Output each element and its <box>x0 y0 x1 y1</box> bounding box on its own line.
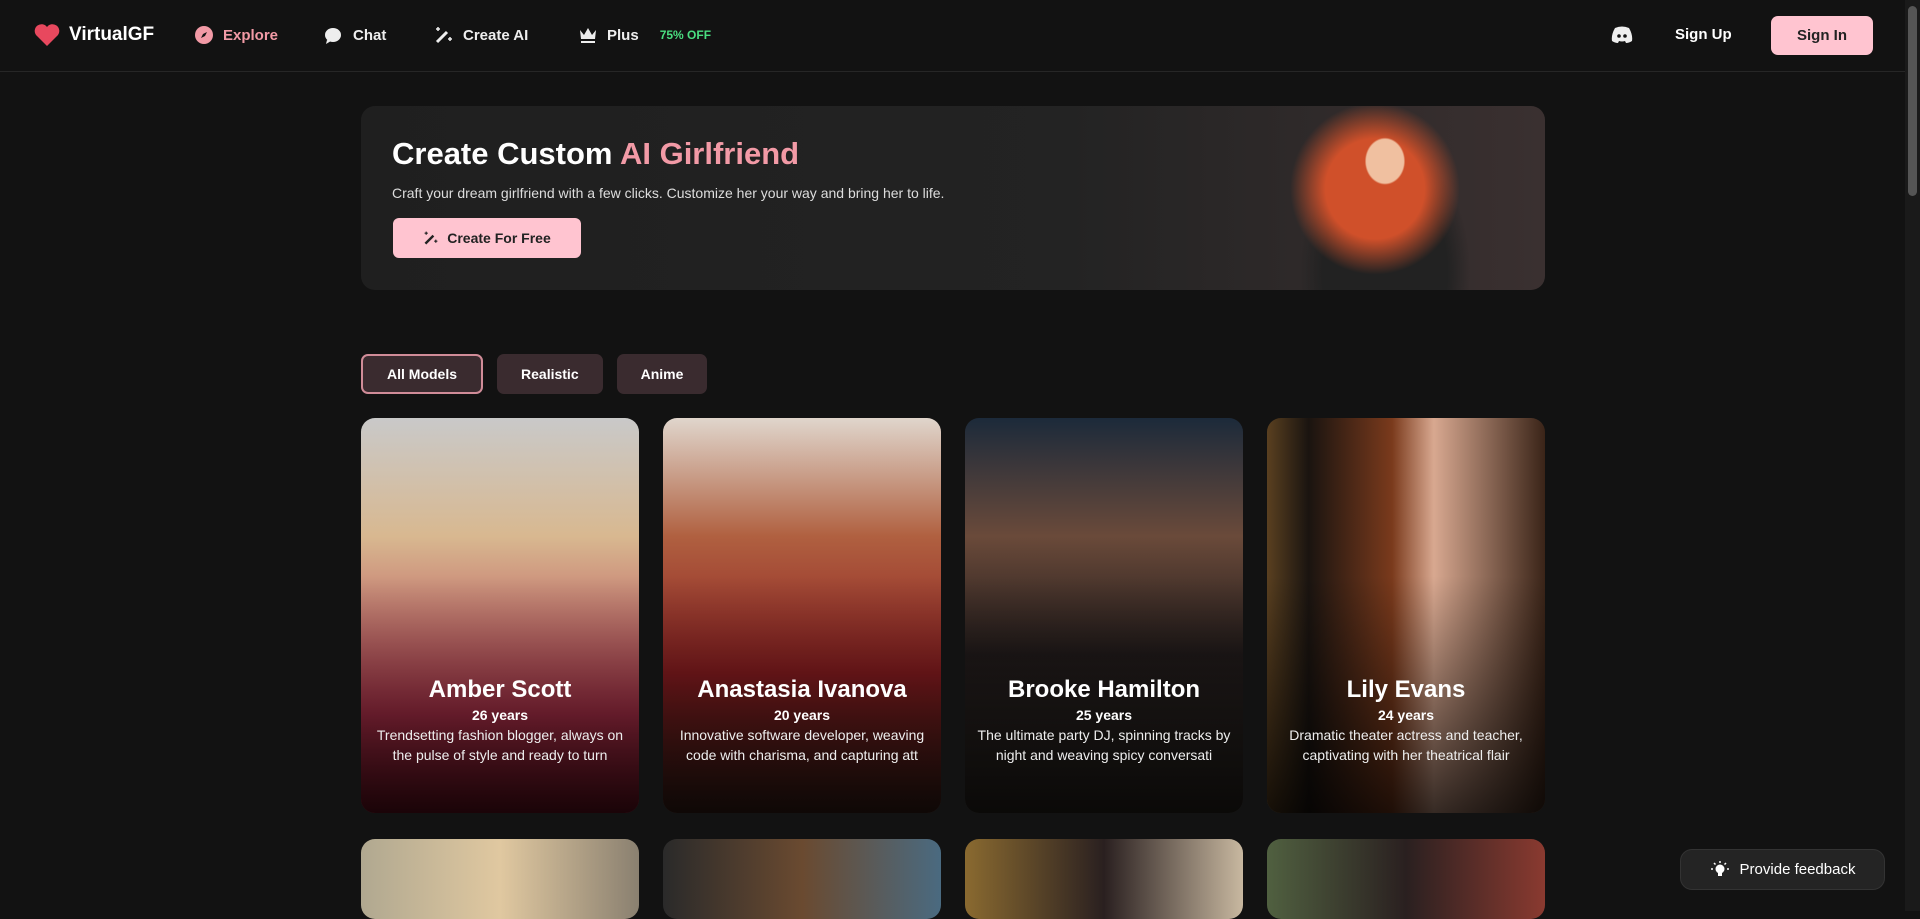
discord-icon[interactable] <box>1611 26 1633 44</box>
model-age: 25 years <box>1075 707 1133 723</box>
nav-chat[interactable]: Chat <box>324 25 386 45</box>
discount-badge: 75% OFF <box>659 28 712 42</box>
model-age: 20 years <box>773 707 831 723</box>
nav-plus[interactable]: Plus 75% OFF <box>578 25 711 45</box>
model-filters: All Models Realistic Anime <box>361 354 708 394</box>
model-description: The ultimate party DJ, spinning tracks b… <box>977 727 1231 763</box>
compass-icon <box>195 26 213 44</box>
magic-wand-icon <box>424 231 438 245</box>
top-nav: VirtualGF Explore Chat Create AI Plus 75… <box>0 0 1905 72</box>
create-banner: Create Custom AI Girlfriend Craft your d… <box>361 106 1545 290</box>
banner-character-image <box>1275 106 1475 290</box>
model-card[interactable] <box>1267 839 1545 919</box>
nav-label: Plus <box>607 26 639 44</box>
filter-realistic[interactable]: Realistic <box>497 354 603 394</box>
model-card[interactable] <box>663 839 941 919</box>
scrollbar-thumb[interactable] <box>1908 6 1917 196</box>
model-card[interactable]: Brooke Hamilton 25 years The ultimate part… <box>965 418 1243 813</box>
model-name: Brooke Hamilton <box>1007 676 1201 703</box>
brand-logo[interactable]: VirtualGF <box>33 23 154 47</box>
model-description: Dramatic theater actress and teacher, ca… <box>1289 727 1523 763</box>
crown-icon <box>580 28 596 43</box>
nav-explore[interactable]: Explore <box>194 25 278 45</box>
model-age: 24 years <box>1377 707 1435 723</box>
model-name: Anastasia Ivanova <box>697 676 907 703</box>
nav-create-ai[interactable]: Create AI <box>434 25 528 45</box>
model-card[interactable] <box>361 839 639 919</box>
create-for-free-button[interactable]: Create For Free <box>393 218 581 258</box>
banner-subtitle: Craft your dream girlfriend with a few c… <box>392 185 945 201</box>
model-card[interactable] <box>965 839 1243 919</box>
model-card[interactable]: Lily Evans 24 years Dramatic theater actre… <box>1267 418 1545 813</box>
nav-label: Create AI <box>463 26 529 44</box>
heart-icon <box>34 24 60 46</box>
sign-in-button[interactable]: Sign In <box>1771 16 1873 55</box>
lightbulb-icon <box>1710 860 1729 876</box>
sign-up-link[interactable]: Sign Up <box>1675 26 1732 43</box>
model-age: 26 years <box>471 707 529 723</box>
model-card[interactable]: Anastasia Ivanova 20 years Innovative soft… <box>663 418 941 813</box>
model-description: Trendsetting fashion blogger, always on … <box>376 727 624 763</box>
filter-anime[interactable]: Anime <box>616 354 708 394</box>
model-description: Innovative software developer, weaving c… <box>679 727 925 763</box>
chat-bubbles-icon <box>325 28 341 44</box>
model-name: Lily Evans <box>1346 676 1466 703</box>
filter-all-models[interactable]: All Models <box>361 354 484 394</box>
model-name: Amber Scott <box>428 676 572 703</box>
banner-title: Create Custom AI Girlfriend <box>392 136 800 171</box>
brand-name: VirtualGF <box>69 24 155 45</box>
magic-wand-icon <box>435 27 452 44</box>
scrollbar[interactable] <box>1905 0 1920 911</box>
nav-label: Explore <box>223 26 279 44</box>
model-card[interactable]: Amber Scott 26 years Trendsetting fashion … <box>361 418 639 813</box>
nav-label: Chat <box>353 26 387 44</box>
provide-feedback-button[interactable]: Provide feedback <box>1680 849 1885 890</box>
